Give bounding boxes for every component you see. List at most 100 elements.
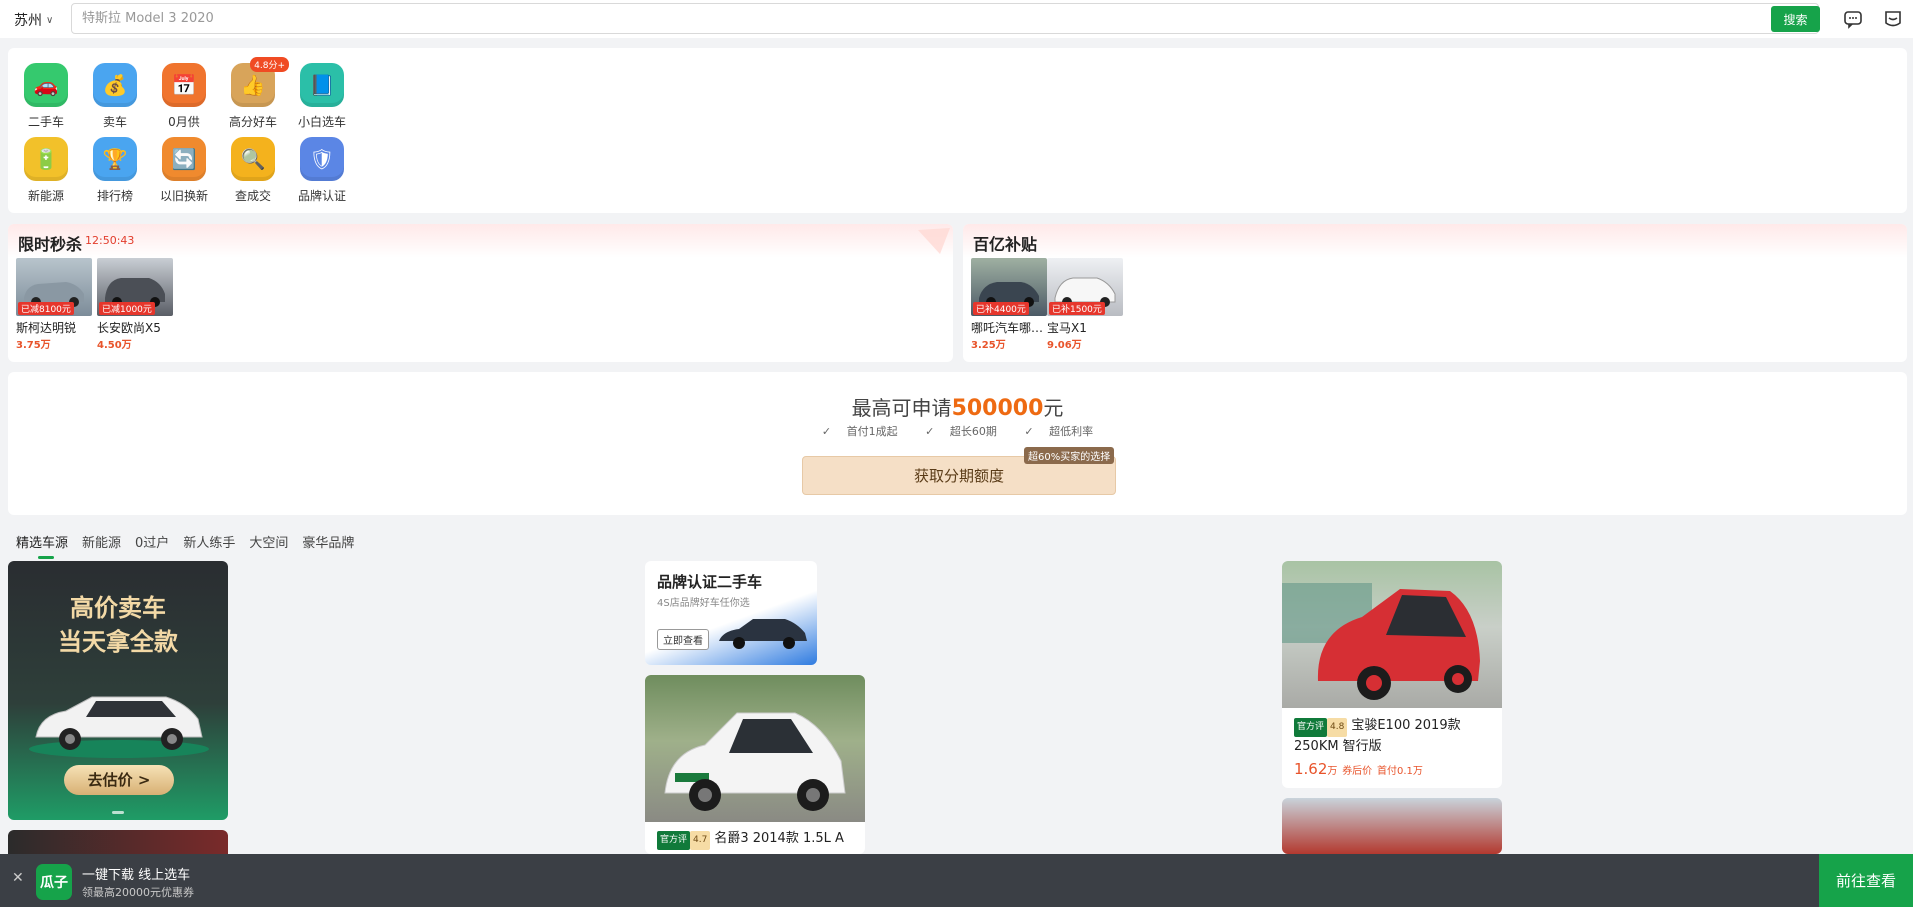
tab-no-transfer[interactable]: 0过户	[135, 532, 169, 551]
battery-icon: 🔋	[24, 137, 68, 181]
loan-features: ✓ 首付1成起 ✓ 超长60期 ✓ 超低利率	[8, 423, 1907, 439]
subsidy-panel: 百亿补贴 已补4400元 哪吒汽车哪吒V 3.25万 已补1500元 宝马X1 …	[963, 224, 1907, 362]
loan-feature-text: 超低利率	[1049, 425, 1094, 438]
car-icon: 🚗	[24, 63, 68, 107]
quick-entry-zero-monthly[interactable]: 📅 0月供	[149, 63, 219, 130]
chevron-down-icon: ∨	[46, 14, 54, 26]
top-bar: 苏州 ∨ 搜索	[0, 0, 1913, 38]
profile-svg	[1885, 11, 1901, 27]
tab-luxury[interactable]: 豪华品牌	[302, 532, 354, 551]
quick-entry-label: 查成交	[234, 189, 271, 203]
quick-entry-label: 高分好车	[228, 115, 277, 129]
flash-sale-item[interactable]: 已减8100元 斯柯达明锐 3.75万	[16, 258, 92, 351]
sell-car-banner[interactable]: 高价卖车 当天拿全款 去估价 >	[8, 561, 228, 820]
car-listing-card[interactable]: 官方评 4.8 宝骏E100 2019款 250KM 智行版 1.62万 券后价 首…	[1282, 561, 1502, 788]
car-name: 斯柯达明锐	[16, 321, 77, 335]
download-slogan: 一键下载 线上选车	[82, 868, 191, 883]
car-listing-card[interactable]: 官方评 4.7 名爵3 2014款 1.5L A	[645, 675, 865, 854]
car-thumbnail: 已减8100元	[16, 258, 92, 316]
quick-entry-brand-cert[interactable]: 🛡 品牌认证	[287, 137, 357, 204]
rating-score: 4.8	[1327, 718, 1348, 737]
quick-entry-label: 0月供	[168, 115, 200, 129]
tab-beginner[interactable]: 新人练手	[183, 532, 235, 551]
countdown-timer: 12:50:43	[85, 234, 135, 247]
price-unit: 万	[1327, 766, 1338, 777]
official-rating-tag: 官方评	[657, 831, 691, 850]
subsidy-item[interactable]: 已补1500元 宝马X1 9.06万	[1047, 258, 1123, 351]
price-value: 1.62	[1294, 760, 1328, 778]
flash-sale-item[interactable]: 已减1000元 长安欧尚X5 4.50万	[97, 258, 173, 351]
quick-entry-label: 二手车	[27, 115, 64, 129]
sell-banner-headline: 高价卖车 当天拿全款	[8, 591, 228, 659]
tab-large-space[interactable]: 大空间	[249, 532, 288, 551]
car-thumbnail: 已补4400元	[971, 258, 1047, 316]
car-price: 3.75万	[16, 340, 51, 351]
brand-cert-banner[interactable]: 品牌认证二手车 4S店品牌好车任你选 立即查看	[645, 561, 817, 665]
score-badge: 4.8分+	[250, 57, 289, 72]
shield-icon: 🛡	[300, 137, 344, 181]
white-hatchback-illustration	[664, 712, 846, 811]
car-price: 9.06万	[1047, 340, 1082, 351]
tab-new-energy[interactable]: 新能源	[82, 532, 121, 551]
rating-score: 4.7	[690, 831, 711, 850]
listing-card-partial[interactable]	[1282, 798, 1502, 854]
go-view-button[interactable]: 前往查看	[1819, 854, 1913, 907]
car-photo	[1282, 561, 1502, 708]
car-listing-title: 官方评 4.8 宝骏E100 2019款 250KM 智行版	[1282, 716, 1502, 756]
book-icon: 📘	[300, 63, 344, 107]
ribbon-decoration	[918, 228, 950, 254]
close-icon[interactable]: ✕	[12, 870, 24, 886]
search-input[interactable]	[82, 4, 1722, 33]
discount-tag: 已减1000元	[99, 302, 155, 315]
quick-entry-label: 品牌认证	[297, 189, 346, 203]
subsidy-tag: 已补4400元	[973, 302, 1029, 315]
message-icon[interactable]	[1842, 8, 1864, 30]
quick-entry-sell-car[interactable]: 💰 卖车	[80, 63, 150, 130]
view-now-button[interactable]: 立即查看	[657, 629, 709, 650]
car-name: 哪吒汽车哪吒V	[971, 321, 1047, 335]
car-name: 宝马X1	[1047, 321, 1087, 335]
calendar-icon: 📅	[162, 63, 206, 107]
quick-entry-label: 新能源	[27, 189, 64, 203]
quick-entry-panel: 🚗 二手车 💰 卖车 📅 0月供 👍 4.8分+ 高分好车 📘 小白选车 🔋 新能…	[8, 48, 1907, 213]
loan-amount: 500000	[951, 396, 1044, 421]
brand-cert-title: 品牌认证二手车	[657, 573, 763, 591]
quick-entry-ranking[interactable]: 🏆 排行榜	[80, 137, 150, 204]
loan-feature-text: 超长60期	[949, 425, 997, 438]
coins-icon: 💰	[93, 63, 137, 107]
quick-entry-beginner[interactable]: 📘 小白选车	[287, 63, 357, 130]
quick-entry-new-energy[interactable]: 🔋 新能源	[11, 137, 81, 204]
loan-title-prefix: 最高可申请	[851, 396, 952, 420]
sedan-illustration	[719, 619, 807, 649]
car-price: 4.50万	[97, 340, 132, 351]
car-thumbnail: 已减1000元	[97, 258, 173, 316]
profile-icon[interactable]	[1882, 8, 1904, 30]
download-app-bar: ✕ 瓜子 一键下载 线上选车 领最高20000元优惠券 前往查看	[0, 854, 1913, 907]
check-icon: ✓	[1024, 425, 1038, 438]
listing-tabs: 精选车源 新能源 0过户 新人练手 大空间 豪华品牌	[16, 532, 354, 559]
subsidy-title: 百亿补贴	[973, 235, 1038, 254]
down-payment: 首付0.1万	[1376, 766, 1423, 777]
car-photo	[645, 675, 865, 822]
search-box[interactable]	[71, 3, 1819, 34]
quick-entry-used-car[interactable]: 🚗 二手车	[11, 63, 81, 130]
loan-feature: ✓ 首付1成起	[816, 425, 904, 438]
carousel-indicator	[112, 811, 124, 814]
quick-entry-high-score[interactable]: 👍 4.8分+ 高分好车	[218, 57, 289, 130]
trophy-icon: 🏆	[93, 137, 137, 181]
loan-feature: ✓ 超低利率	[1018, 425, 1099, 438]
discount-tag: 已减8100元	[18, 302, 74, 315]
quick-entry-label: 小白选车	[297, 115, 346, 129]
city-selector[interactable]: 苏州 ∨	[14, 10, 53, 30]
quick-entry-trade-in[interactable]: 🔄 以旧换新	[149, 137, 219, 204]
quick-entry-deals[interactable]: 🔍 查成交	[218, 137, 288, 204]
estimate-price-button[interactable]: 去估价 >	[64, 765, 174, 795]
search-button[interactable]: 搜索	[1771, 6, 1820, 32]
car-listing-name: 名爵3 2014款 1.5L A	[714, 831, 844, 846]
tab-featured[interactable]: 精选车源	[16, 532, 68, 559]
subsidy-item[interactable]: 已补4400元 哪吒汽车哪吒V 3.25万	[971, 258, 1047, 351]
loan-title-suffix: 元	[1043, 396, 1064, 420]
price-note: 券后价	[1342, 766, 1373, 777]
loan-feature-text: 首付1成起	[846, 425, 898, 438]
official-rating-tag: 官方评	[1294, 718, 1328, 737]
